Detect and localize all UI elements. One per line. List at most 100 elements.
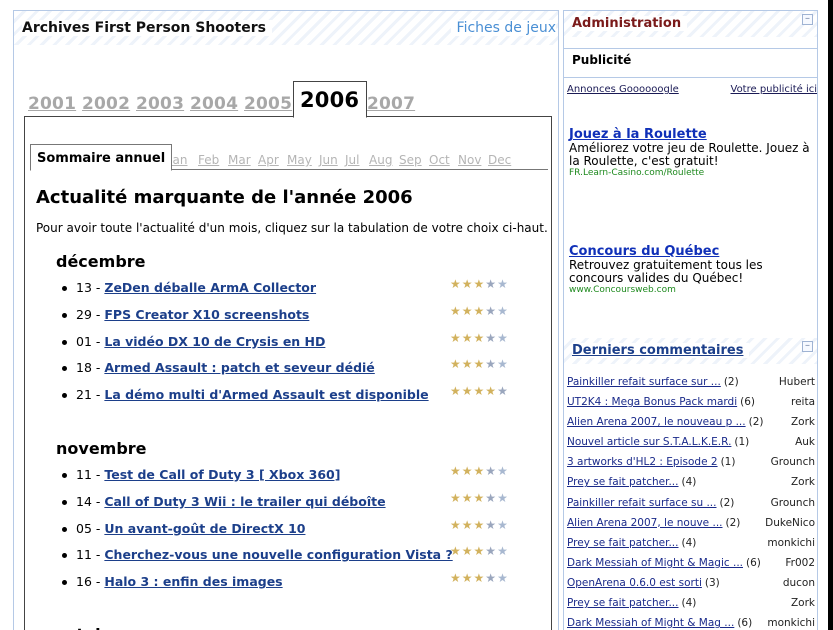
star-icon[interactable]: ★	[485, 358, 496, 370]
tab-month-mar[interactable]: Mar	[228, 153, 251, 167]
news-link[interactable]: Test de Call of Duty 3 [ Xbox 360]	[104, 467, 340, 482]
tab-month-jun[interactable]: Jun	[319, 153, 338, 167]
comment-link[interactable]: Prey se fait patcher...	[567, 537, 679, 549]
star-icon[interactable]: ★	[497, 332, 508, 344]
star-icon[interactable]: ★	[474, 519, 485, 531]
star-icon[interactable]: ★	[450, 545, 461, 557]
star-icon[interactable]: ★	[474, 332, 485, 344]
news-link[interactable]: FPS Creator X10 screenshots	[104, 307, 309, 322]
star-icon[interactable]: ★	[450, 572, 461, 584]
collapse-admin-button[interactable]: –	[802, 14, 813, 25]
star-icon[interactable]: ★	[450, 385, 461, 397]
star-icon[interactable]: ★	[485, 278, 496, 290]
comment-link[interactable]: Painkiller refait surface sur ...	[567, 376, 721, 388]
tab-month-feb[interactable]: Feb	[198, 153, 219, 167]
tab-year-2004[interactable]: 2004	[190, 94, 238, 114]
tab-month-dec[interactable]: Dec	[488, 153, 511, 167]
star-icon[interactable]: ★	[462, 358, 473, 370]
star-icon[interactable]: ★	[485, 385, 496, 397]
comment-link[interactable]: Alien Arena 2007, le nouveau p ...	[567, 416, 746, 428]
star-icon[interactable]: ★	[474, 465, 485, 477]
star-icon[interactable]: ★	[485, 492, 496, 504]
comment-link[interactable]: OpenArena 0.6.0 est sorti	[567, 577, 702, 589]
news-link[interactable]: ZeDen déballe ArmA Collector	[104, 280, 316, 295]
star-icon[interactable]: ★	[450, 305, 461, 317]
star-icon[interactable]: ★	[474, 385, 485, 397]
star-icon[interactable]: ★	[450, 278, 461, 290]
tab-month-nov[interactable]: Nov	[458, 153, 481, 167]
star-icon[interactable]: ★	[462, 278, 473, 290]
tab-month-jul[interactable]: Jul	[345, 153, 359, 167]
star-icon[interactable]: ★	[450, 332, 461, 344]
star-icon[interactable]: ★	[497, 545, 508, 557]
collapse-comments-button[interactable]: –	[802, 341, 813, 352]
star-icon[interactable]: ★	[450, 358, 461, 370]
star-icon[interactable]: ★	[497, 358, 508, 370]
star-icon[interactable]: ★	[462, 385, 473, 397]
star-icon[interactable]: ★	[485, 465, 496, 477]
star-icon[interactable]: ★	[485, 305, 496, 317]
star-icon[interactable]: ★	[497, 305, 508, 317]
star-icon[interactable]: ★	[497, 385, 508, 397]
your-ad-here-link[interactable]: Votre publicité ici	[731, 84, 818, 95]
news-link[interactable]: La vidéo DX 10 de Crysis en HD	[104, 334, 325, 349]
comment-link[interactable]: Prey se fait patcher...	[567, 597, 679, 609]
tab-year-2005[interactable]: 2005	[244, 94, 292, 114]
star-icon[interactable]: ★	[474, 278, 485, 290]
tab-year-2002[interactable]: 2002	[82, 94, 130, 114]
star-icon[interactable]: ★	[450, 492, 461, 504]
tab-month-oct[interactable]: Oct	[429, 153, 450, 167]
star-icon[interactable]: ★	[474, 572, 485, 584]
tab-year-2007[interactable]: 2007	[367, 94, 415, 114]
star-icon[interactable]: ★	[485, 332, 496, 344]
star-icon[interactable]: ★	[450, 465, 461, 477]
star-icon[interactable]: ★	[462, 305, 473, 317]
star-icon[interactable]: ★	[497, 278, 508, 290]
tab-month-apr[interactable]: Apr	[258, 153, 279, 167]
star-icon[interactable]: ★	[462, 545, 473, 557]
comment-link[interactable]: Painkiller refait surface su ...	[567, 497, 716, 509]
tab-month-may[interactable]: May	[287, 153, 312, 167]
comment-link[interactable]: 3 artworks d'HL2 : Episode 2	[567, 456, 718, 468]
comment-link[interactable]: Dark Messiah of Might & Magic ...	[567, 557, 743, 569]
star-icon[interactable]: ★	[497, 492, 508, 504]
ad-title-link[interactable]: Jouez à la Roulette	[569, 127, 811, 142]
comment-link[interactable]: Prey se fait patcher...	[567, 476, 679, 488]
news-link[interactable]: Call of Duty 3 Wii : le trailer qui débo…	[104, 494, 385, 509]
ad-url[interactable]: www.Concoursweb.com	[569, 285, 811, 295]
comment-link[interactable]: Dark Messiah of Might & Mag ...	[567, 617, 734, 629]
comment-link[interactable]: UT2K4 : Mega Bonus Pack mardi	[567, 396, 737, 408]
comment-link[interactable]: Alien Arena 2007, le nouve ...	[567, 517, 723, 529]
latest-comments-title[interactable]: Derniers commentaires	[572, 343, 750, 358]
google-ads-link[interactable]: Annonces Goooooogle	[567, 84, 679, 95]
tab-month-aug[interactable]: Aug	[369, 153, 392, 167]
game-sheets-link[interactable]: Fiches de jeux	[450, 20, 556, 36]
star-icon[interactable]: ★	[497, 519, 508, 531]
tab-year-2001[interactable]: 2001	[28, 94, 76, 114]
news-link[interactable]: Cherchez-vous une nouvelle configuration…	[104, 547, 452, 562]
star-icon[interactable]: ★	[474, 492, 485, 504]
star-icon[interactable]: ★	[450, 519, 461, 531]
star-icon[interactable]: ★	[497, 572, 508, 584]
tab-year-2006[interactable]: 2006	[293, 81, 368, 118]
star-icon[interactable]: ★	[474, 305, 485, 317]
news-link[interactable]: Un avant-goût de DirectX 10	[104, 521, 305, 536]
tab-annual-summary[interactable]: Sommaire annuel	[30, 144, 173, 171]
star-icon[interactable]: ★	[474, 545, 485, 557]
comment-link[interactable]: Nouvel article sur S.T.A.L.K.E.R.	[567, 436, 731, 448]
star-icon[interactable]: ★	[462, 572, 473, 584]
ad-title-link[interactable]: Concours du Québec	[569, 244, 811, 259]
news-link[interactable]: Armed Assault : patch et seveur dédié	[104, 360, 374, 375]
ad-url[interactable]: FR.Learn-Casino.com/Roulette	[569, 168, 811, 178]
tab-year-2003[interactable]: 2003	[136, 94, 184, 114]
tab-month-sep[interactable]: Sep	[399, 153, 422, 167]
star-icon[interactable]: ★	[474, 358, 485, 370]
star-icon[interactable]: ★	[497, 465, 508, 477]
news-link[interactable]: La démo multi d'Armed Assault est dispon…	[104, 387, 428, 402]
star-icon[interactable]: ★	[462, 332, 473, 344]
star-icon[interactable]: ★	[485, 572, 496, 584]
star-icon[interactable]: ★	[485, 519, 496, 531]
star-icon[interactable]: ★	[485, 545, 496, 557]
star-icon[interactable]: ★	[462, 492, 473, 504]
star-icon[interactable]: ★	[462, 519, 473, 531]
